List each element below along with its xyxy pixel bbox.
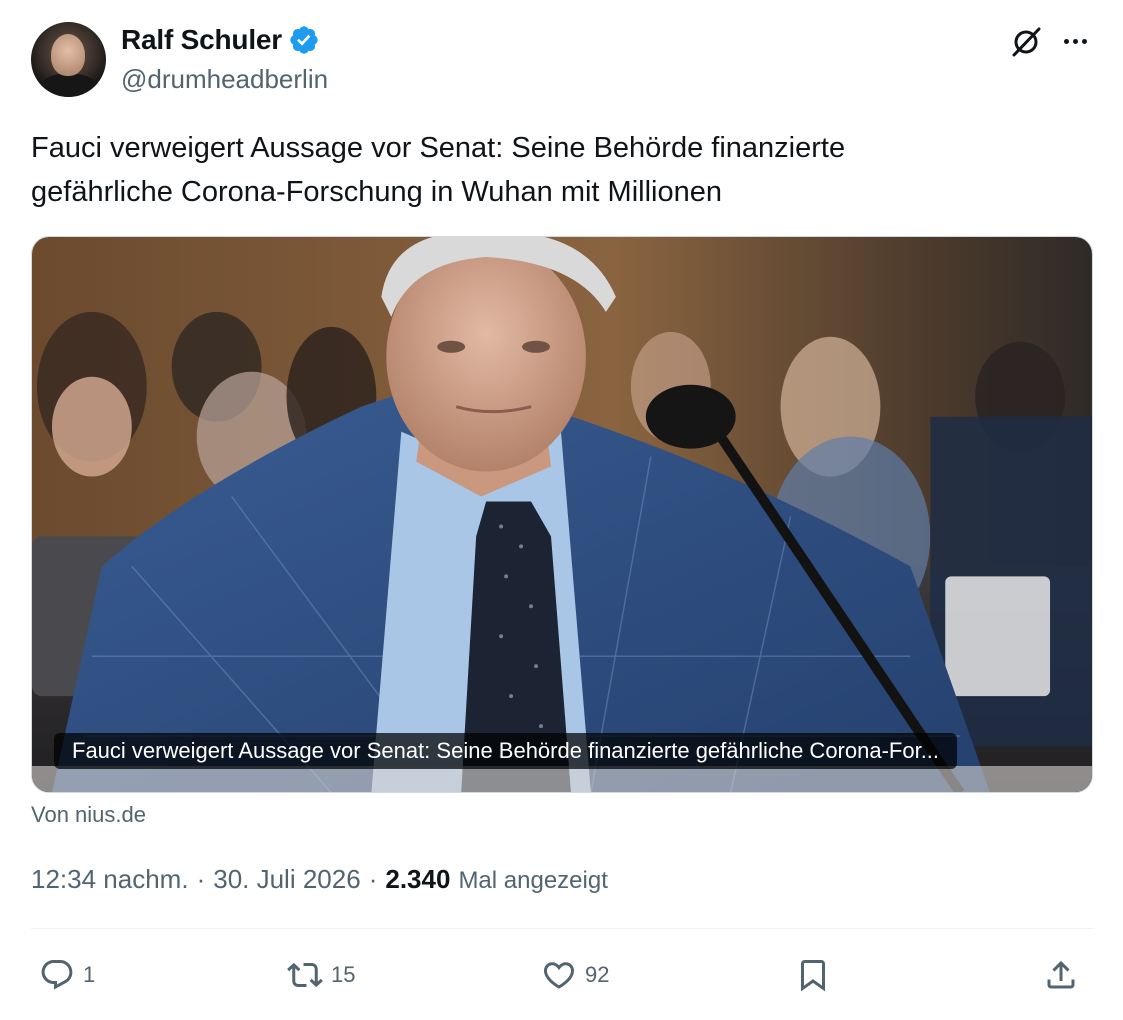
author-display-name[interactable]: Ralf Schuler <box>121 24 282 56</box>
bookmark-button[interactable] <box>795 950 831 1000</box>
reply-button[interactable]: 1 <box>39 950 95 1000</box>
divider <box>31 928 1093 929</box>
meta-separator: · <box>196 864 206 894</box>
share-button[interactable] <box>1043 950 1079 1000</box>
tweet-time[interactable]: 12:34 nachm. <box>31 864 189 895</box>
tweet-meta: 12:34 nachm. · 30. Juli 2026 · 2.340 Mal… <box>31 864 608 895</box>
share-icon <box>1047 960 1075 989</box>
link-card[interactable]: Fauci verweigert Aussage vor Senat: Sein… <box>31 236 1093 793</box>
avatar-face <box>51 34 85 76</box>
bookmark-icon <box>801 960 825 992</box>
tweet-text-line-2: gefährliche Corona-Forschung in Wuhan mi… <box>31 176 722 208</box>
repost-button[interactable]: 15 <box>287 950 355 1000</box>
more-icon[interactable] <box>1058 28 1092 54</box>
like-icon <box>543 962 575 989</box>
tweet-text-line-1: Fauci verweigert Aussage vor Senat: Sein… <box>31 132 846 164</box>
author-handle[interactable]: @drumheadberlin <box>121 64 328 95</box>
repost-count: 15 <box>331 962 356 987</box>
like-count: 92 <box>585 962 610 987</box>
verified-badge-icon <box>290 26 318 54</box>
like-button[interactable]: 92 <box>541 950 609 1000</box>
link-source[interactable]: Von nius.de <box>31 802 146 828</box>
view-count: 2.340 <box>385 864 451 894</box>
avatar-body <box>39 74 99 97</box>
link-card-caption: Fauci verweigert Aussage vor Senat: Sein… <box>54 733 958 769</box>
repost-icon <box>287 962 323 988</box>
meta-separator: · <box>368 864 378 894</box>
author-name-row: Ralf Schuler <box>121 24 320 56</box>
action-bar: 1 15 92 <box>31 950 1093 1000</box>
tweet-text: Fauci verweigert Aussage vor Senat: Sein… <box>31 126 1091 214</box>
link-card-image <box>32 237 1092 792</box>
tweet-date[interactable]: 30. Juli 2026 <box>213 864 360 895</box>
view-count-label: Mal angezeigt <box>458 867 608 894</box>
reply-count: 1 <box>83 962 96 987</box>
avatar[interactable] <box>31 22 106 97</box>
grok-icon[interactable] <box>1008 24 1044 60</box>
reply-icon <box>41 960 73 990</box>
